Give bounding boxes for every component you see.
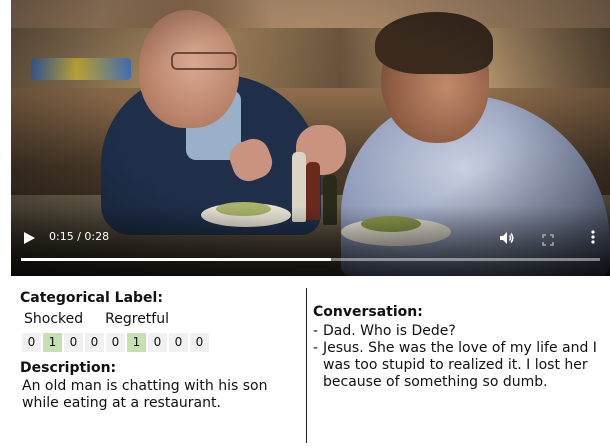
categorical-label-heading: Categorical Label: [20,290,163,306]
conversation-line: - Dad. Who is Dede? [313,323,603,340]
conversation-text: Dad. Who is Dede? [323,323,456,339]
conversation-heading: Conversation: [313,304,423,320]
fullscreen-icon [542,234,554,246]
volume-button[interactable] [499,230,515,244]
label-name: Regretful [105,311,169,327]
label-panel: Categorical Label: Shocked Regretful 010… [20,290,300,412]
label-cell: 0 [106,333,125,352]
label-name: Shocked [24,311,84,327]
video-player[interactable]: 0:15 / 0:28 [11,0,610,276]
more-options-button[interactable] [589,228,597,246]
description-heading: Description: [20,360,117,376]
label-cell: 0 [22,333,41,352]
bullet-dash: - [313,323,319,339]
label-cell: 0 [169,333,188,352]
divider [306,288,307,443]
label-cell: 1 [43,333,62,352]
conversation-list: - Dad. Who is Dede? - Jesus. She was the lo… [313,323,603,391]
conversation-line: - Jesus. She was the love of my life and … [313,340,603,391]
time-display: 0:15 / 0:28 [49,230,110,243]
label-cell: 0 [190,333,209,352]
label-names: Shocked Regretful [20,310,300,328]
more-vert-icon [591,230,595,244]
label-cell: 0 [148,333,167,352]
bullet-dash: - [313,340,319,356]
label-cell: 0 [64,333,83,352]
progress-bar[interactable] [21,258,600,261]
play-button[interactable] [22,230,36,244]
progress-fill [21,258,332,261]
fullscreen-button[interactable] [542,231,554,246]
label-vector: 010001000 [22,333,300,352]
play-icon [24,232,35,244]
volume-icon [500,232,514,244]
conversation-text: Jesus. She was the love of my life and I… [323,340,597,390]
label-cell: 0 [85,333,104,352]
conversation-panel: Conversation: - Dad. Who is Dede? - Jesus. … [313,304,603,391]
label-cell: 1 [127,333,146,352]
description-text: An old man is chatting with his son whil… [22,378,268,411]
